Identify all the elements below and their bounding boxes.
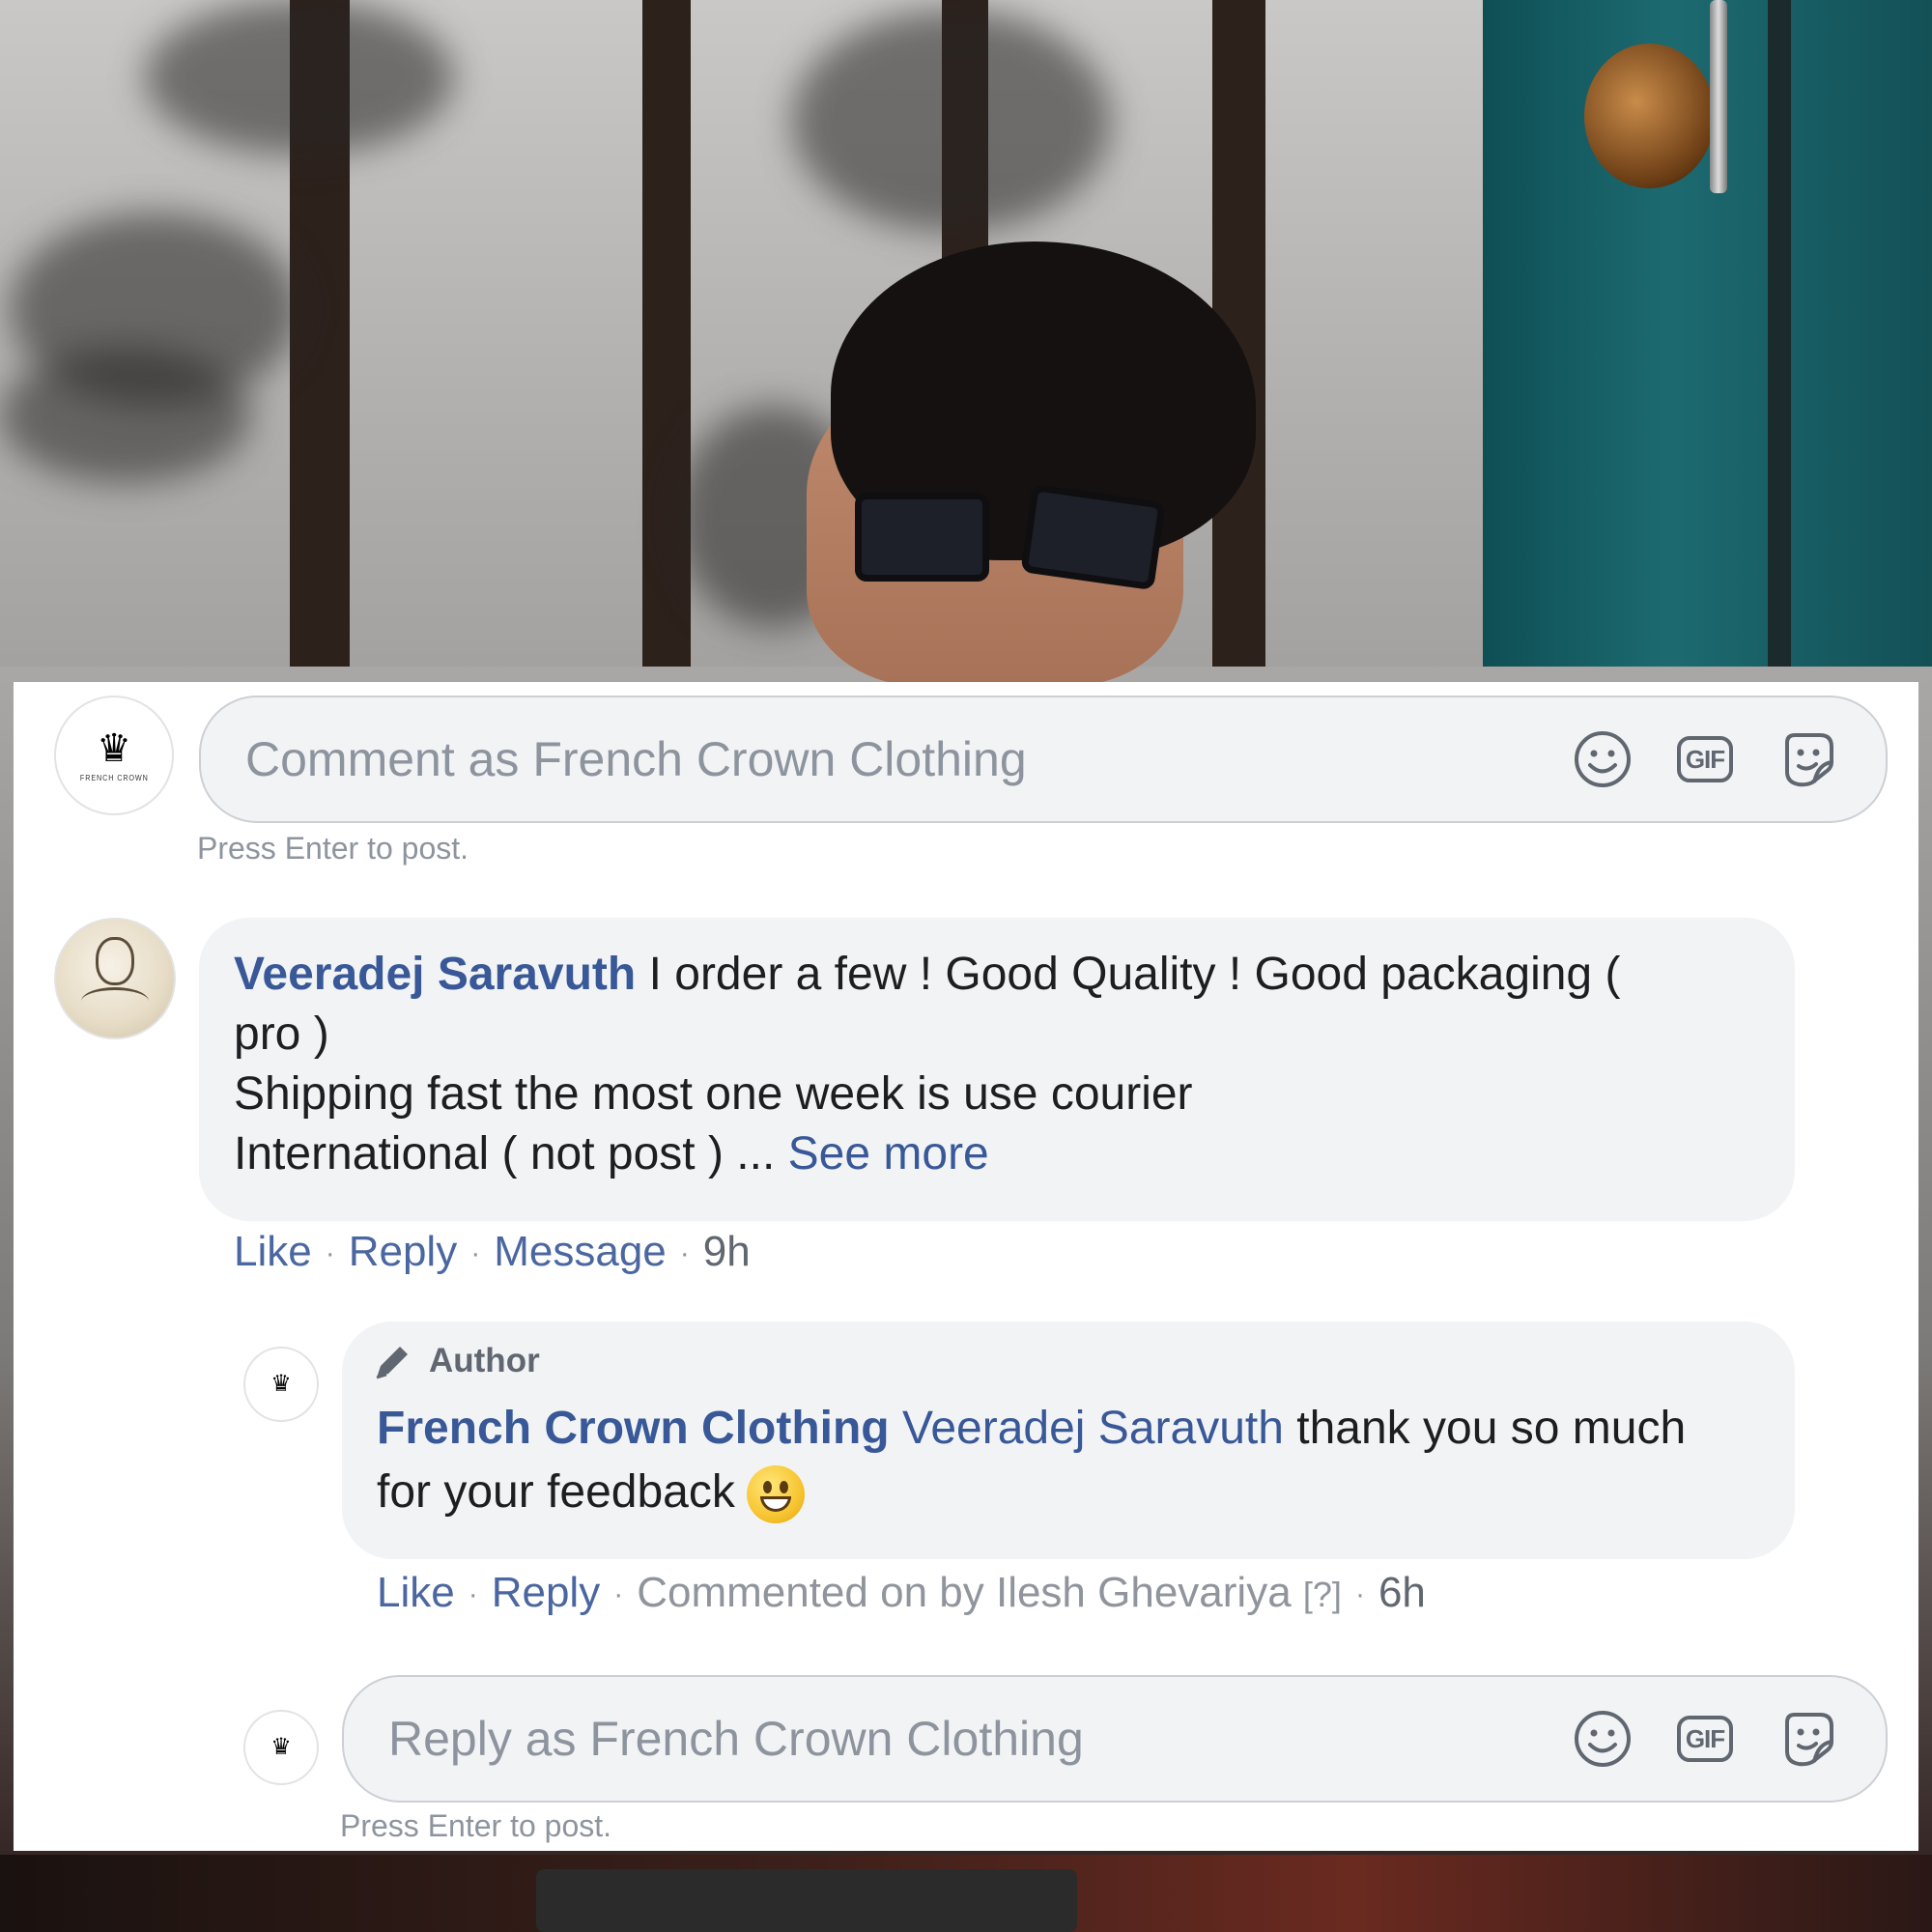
reply-input-box: GIF [342, 1675, 1888, 1803]
author-badge-label: Author [429, 1342, 540, 1379]
reply-reply-link[interactable]: Reply [492, 1569, 601, 1616]
comment-text-line4: International ( not post ) ... [234, 1128, 788, 1179]
reply-page-avatar[interactable]: ♛ [243, 1347, 319, 1422]
crown-icon: ♛ [270, 1371, 292, 1397]
comment-card: ♛ FRENCH CROWN GIF Press Enter to post. … [14, 682, 1918, 1851]
reply-author-link[interactable]: French Crown Clothing [377, 1403, 890, 1454]
comment-input[interactable] [201, 696, 1573, 822]
avatar-sketch [96, 936, 134, 985]
mention-link[interactable]: Veeradej Saravuth [902, 1403, 1284, 1454]
smiley-icon[interactable] [1573, 1709, 1633, 1769]
crown-icon: ♛ [97, 726, 131, 770]
author-badge: Author [371, 1339, 540, 1383]
gif-label: GIF [1677, 1716, 1733, 1762]
comment-body: Veeradej Saravuth I order a few ! Good Q… [234, 945, 1779, 1184]
like-link[interactable]: Like [234, 1228, 312, 1275]
reply-timestamp[interactable]: 6h [1378, 1569, 1426, 1616]
sticker-icon[interactable] [1777, 1709, 1837, 1769]
reply-like-link[interactable]: Like [377, 1569, 455, 1616]
comment-timestamp[interactable]: 9h [703, 1228, 751, 1275]
see-more-link[interactable]: See more [788, 1128, 989, 1179]
comment-input-box: GIF [199, 696, 1888, 823]
sticker-icon[interactable] [1777, 729, 1837, 789]
press-enter-hint: Press Enter to post. [197, 831, 469, 866]
comment-text-line3: Shipping fast the most one week is use c… [234, 1068, 1193, 1120]
help-link[interactable]: [?] [1303, 1575, 1342, 1614]
pencil-icon [376, 1343, 412, 1379]
reply-text-line2: for your feedback [377, 1466, 735, 1518]
commented-on-by-text: Commented on by Ilesh Ghevariya [637, 1569, 1292, 1616]
gif-icon[interactable]: GIF [1677, 1716, 1733, 1762]
commenter-name-link[interactable]: Veeradej Saravuth [234, 949, 636, 1000]
gif-icon[interactable]: GIF [1677, 736, 1733, 782]
grinning-face-emoji-icon [746, 1465, 805, 1524]
message-link[interactable]: Message [494, 1228, 667, 1275]
reply-actions: Like · Reply · Commented on by Ilesh Ghevari… [377, 1569, 1426, 1616]
comment-text-line1: I order a few ! Good Quality ! Good pack… [636, 949, 1621, 1000]
crown-icon: ♛ [270, 1734, 292, 1760]
reply-input-avatar[interactable]: ♛ [243, 1710, 319, 1785]
reply-text-line1: thank you so much [1283, 1403, 1687, 1454]
comment-text-line2: pro ) [234, 1009, 329, 1060]
smiley-icon[interactable] [1573, 729, 1633, 789]
page-avatar[interactable]: ♛ FRENCH CROWN [54, 696, 174, 815]
logo-wordmark: FRENCH CROWN [79, 773, 149, 782]
reply-body: French Crown Clothing Veeradej Saravuth … [377, 1397, 1787, 1524]
comment-actions: Like · Reply · Message · 9h [234, 1228, 751, 1275]
commenter-avatar[interactable] [54, 918, 176, 1039]
reply-press-enter-hint: Press Enter to post. [340, 1808, 612, 1843]
reply-input[interactable] [344, 1676, 1573, 1802]
reply-link[interactable]: Reply [349, 1228, 458, 1275]
gif-label: GIF [1677, 736, 1733, 782]
